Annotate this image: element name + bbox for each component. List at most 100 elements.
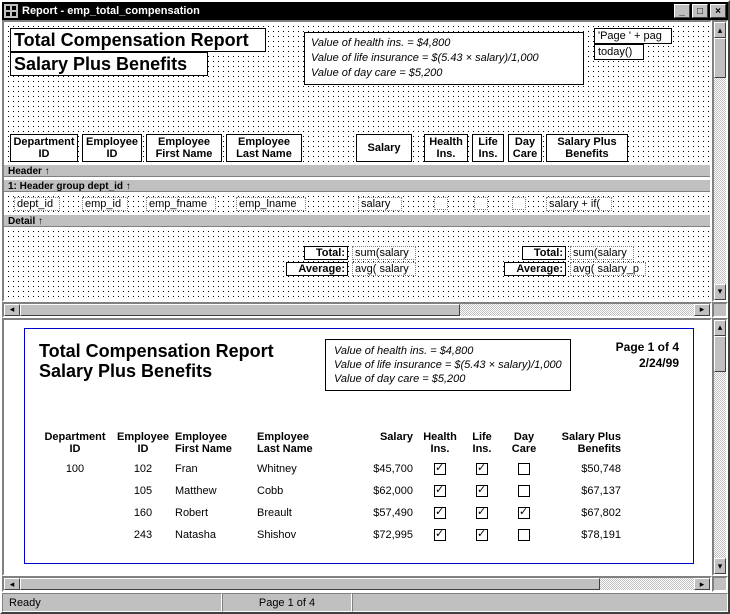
checkbox-icon[interactable] — [476, 507, 488, 519]
field-salary-plus[interactable]: salary + if( — [546, 197, 612, 211]
preview-notes: Value of health ins. = $4,800 Value of l… — [325, 339, 571, 391]
checkbox-icon[interactable] — [518, 463, 530, 475]
field-salary[interactable]: salary — [358, 197, 402, 211]
checkbox-icon[interactable] — [434, 507, 446, 519]
scroll-right-icon[interactable]: ▸ — [694, 578, 710, 590]
field-emp-id[interactable]: emp_id — [82, 197, 128, 211]
scroll-thumb-h[interactable] — [20, 578, 600, 590]
checkbox-icon[interactable] — [434, 463, 446, 475]
total-label-2[interactable]: Total: — [522, 246, 566, 260]
cell-health[interactable] — [419, 529, 461, 551]
checkbox-icon[interactable] — [434, 529, 446, 541]
col-emp-fname[interactable]: Employee First Name — [146, 134, 222, 162]
col-emp-lname[interactable]: Employee Last Name — [226, 134, 302, 162]
avg-label-2[interactable]: Average: — [504, 262, 566, 276]
ph-fname: Employee First Name — [175, 431, 257, 455]
total-expr-2[interactable]: sum(salary — [570, 246, 634, 260]
scroll-right-icon[interactable]: ▸ — [694, 304, 710, 316]
ph-lname: Employee Last Name — [257, 431, 347, 455]
cell-daycare[interactable] — [503, 529, 545, 551]
total-label-1[interactable]: Total: — [304, 246, 348, 260]
checkbox-icon[interactable] — [518, 485, 530, 497]
scroll-thumb-h[interactable] — [20, 304, 460, 316]
cell-health[interactable] — [419, 507, 461, 529]
cell-emp: 160 — [111, 507, 175, 529]
close-button[interactable]: × — [710, 4, 726, 18]
checkbox-icon[interactable] — [434, 485, 446, 497]
field-emp-lname[interactable]: emp_lname — [236, 197, 306, 211]
preview-pane[interactable]: Total Compensation Report Salary Plus Be… — [2, 318, 712, 576]
checkbox-icon[interactable] — [476, 463, 488, 475]
ph-emp: Employee ID — [111, 431, 175, 455]
cell-life[interactable] — [461, 529, 503, 551]
cell-daycare[interactable] — [503, 507, 545, 529]
cell-life[interactable] — [461, 507, 503, 529]
scroll-left-icon[interactable]: ◂ — [4, 304, 20, 316]
table-row: 105MatthewCobb$62,000$67,137 — [39, 485, 679, 507]
avg-label-1[interactable]: Average: — [286, 262, 348, 276]
cell-daycare[interactable] — [503, 463, 545, 485]
cell-daycare[interactable] — [503, 485, 545, 507]
col-daycare[interactable]: Day Care — [508, 134, 542, 162]
field-life-chk[interactable] — [474, 197, 488, 210]
col-health[interactable]: Health Ins. — [424, 134, 468, 162]
col-dept-id[interactable]: Department ID — [10, 134, 78, 162]
page-expression[interactable]: 'Page ' + pag — [594, 28, 672, 44]
avg-expr-2[interactable]: avg( salary_p — [570, 262, 646, 276]
maximize-button[interactable]: □ — [692, 4, 708, 18]
design-hscroll[interactable]: ◂ ▸ — [2, 302, 712, 318]
client-area: Total Compensation Report Salary Plus Be… — [2, 20, 728, 592]
band-group[interactable]: 1: Header group dept_id ↑ — [4, 179, 710, 192]
report-title-2[interactable]: Salary Plus Benefits — [10, 52, 208, 76]
preview-vscroll[interactable]: ▴ ▾ — [712, 318, 728, 576]
scroll-down-icon[interactable]: ▾ — [714, 284, 726, 300]
preview-page-of: Page 1 of 4 — [616, 339, 679, 355]
scroll-up-icon[interactable]: ▴ — [714, 320, 726, 336]
col-emp-id[interactable]: Employee ID — [82, 134, 142, 162]
checkbox-icon[interactable] — [476, 485, 488, 497]
band-detail[interactable]: Detail ↑ — [4, 214, 710, 227]
note-line-1: Value of health ins. = $4,800 — [311, 36, 577, 51]
scroll-thumb[interactable] — [714, 336, 726, 372]
status-page: Page 1 of 4 — [222, 593, 352, 612]
col-salary-plus[interactable]: Salary Plus Benefits — [546, 134, 628, 162]
cell-life[interactable] — [461, 463, 503, 485]
design-vscroll[interactable]: ▴ ▾ — [712, 20, 728, 302]
scroll-down-icon[interactable]: ▾ — [714, 558, 726, 574]
table-row: 160RobertBreault$57,490$67,802 — [39, 507, 679, 529]
scroll-up-icon[interactable]: ▴ — [714, 22, 726, 38]
preview-hscroll[interactable]: ◂ ▸ — [2, 576, 712, 592]
status-ready: Ready — [2, 593, 222, 612]
cell-health[interactable] — [419, 485, 461, 507]
notes-box[interactable]: Value of health ins. = $4,800 Value of l… — [304, 32, 584, 85]
total-expr-1[interactable]: sum(salary — [352, 246, 416, 260]
cell-health[interactable] — [419, 463, 461, 485]
col-salary[interactable]: Salary — [356, 134, 412, 162]
field-daycare-chk[interactable] — [512, 197, 526, 210]
cell-lname: Shishov — [257, 529, 347, 551]
checkbox-icon[interactable] — [518, 507, 530, 519]
preview-page: Total Compensation Report Salary Plus Be… — [24, 328, 694, 564]
status-bar: Ready Page 1 of 4 — [2, 592, 728, 612]
cell-emp: 243 — [111, 529, 175, 551]
avg-expr-1[interactable]: avg( salary — [352, 262, 416, 276]
checkbox-icon[interactable] — [518, 529, 530, 541]
band-header[interactable]: Header ↑ — [4, 164, 710, 177]
minimize-button[interactable]: _ — [674, 4, 690, 18]
scroll-thumb[interactable] — [714, 38, 726, 78]
preview-page-info: Page 1 of 4 2/24/99 — [616, 339, 679, 371]
col-life[interactable]: Life Ins. — [472, 134, 504, 162]
preview-note-3: Value of day care = $5,200 — [334, 372, 562, 386]
cell-fname: Matthew — [175, 485, 257, 507]
field-health-chk[interactable] — [434, 197, 448, 210]
title-bar[interactable]: Report - emp_total_compensation _ □ × — [2, 2, 728, 20]
today-expression[interactable]: today() — [594, 44, 644, 60]
checkbox-icon[interactable] — [476, 529, 488, 541]
field-emp-fname[interactable]: emp_fname — [146, 197, 216, 211]
design-pane[interactable]: Total Compensation Report Salary Plus Be… — [2, 20, 712, 302]
report-title-1[interactable]: Total Compensation Report — [10, 28, 266, 52]
field-dept-id[interactable]: dept_id — [14, 197, 60, 211]
scroll-left-icon[interactable]: ◂ — [4, 578, 20, 590]
cell-life[interactable] — [461, 485, 503, 507]
preview-date: 2/24/99 — [616, 355, 679, 371]
